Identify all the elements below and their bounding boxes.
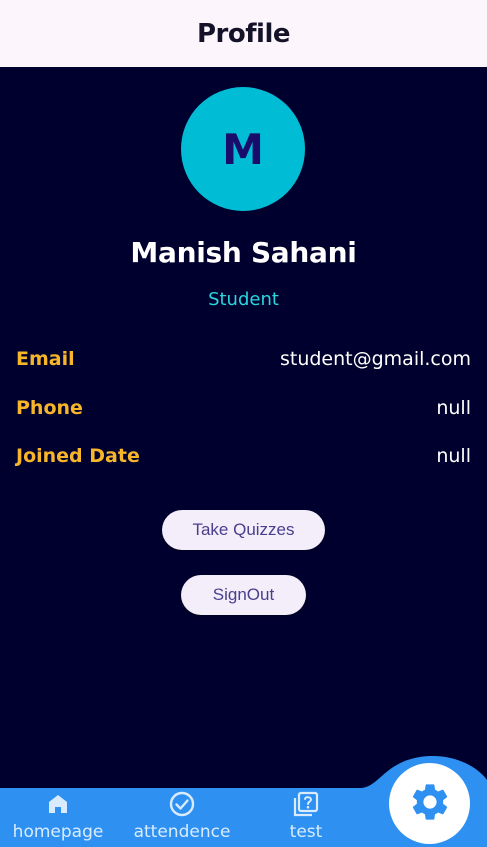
joined-date-label: Joined Date [16, 445, 140, 467]
joined-date-row: Joined Date null [16, 443, 471, 469]
nav-label-test: test [289, 822, 323, 842]
user-role: Student [208, 289, 279, 310]
email-label: Email [16, 348, 75, 370]
gear-icon [408, 780, 452, 828]
take-quizzes-button[interactable]: Take Quizzes [162, 510, 325, 550]
phone-label: Phone [16, 397, 83, 419]
avatar-initial: M [222, 124, 264, 174]
app-bar: Profile [0, 0, 487, 67]
nav-item-attendence[interactable]: attendence [130, 790, 234, 847]
nav-item-test[interactable]: test [274, 790, 338, 847]
phone-value: null [436, 397, 471, 419]
joined-date-value: null [436, 445, 471, 467]
email-value: student@gmail.com [279, 348, 471, 370]
quiz-icon [292, 790, 320, 818]
nav-label-homepage: homepage [12, 822, 104, 842]
settings-fab[interactable] [389, 763, 470, 844]
nav-label-attendence: attendence [133, 822, 231, 842]
email-row: Email student@gmail.com [16, 346, 471, 372]
check-circle-icon [168, 790, 196, 818]
user-name: Manish Sahani [130, 236, 357, 269]
phone-row: Phone null [16, 395, 471, 421]
nav-item-homepage[interactable]: homepage [10, 790, 106, 847]
home-icon [44, 790, 72, 818]
signout-button[interactable]: SignOut [181, 575, 306, 615]
page-title: Profile [196, 18, 291, 49]
avatar: M [181, 87, 305, 211]
